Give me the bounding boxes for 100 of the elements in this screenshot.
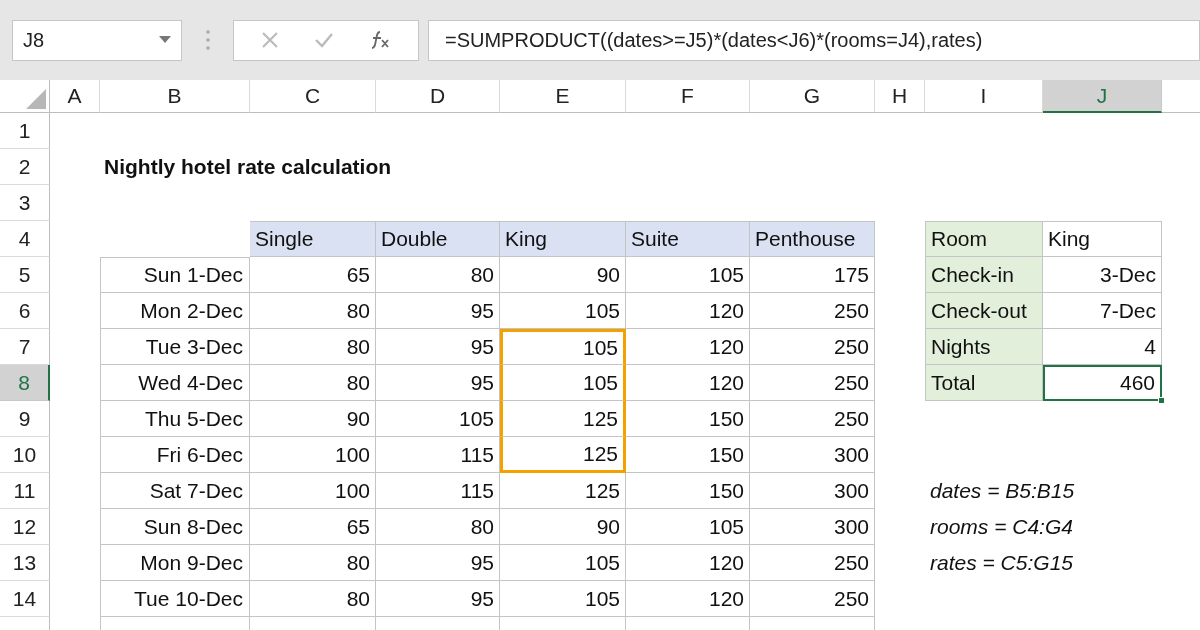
- note-text: rates = C5:G15: [929, 550, 1074, 577]
- table-cell: 80: [250, 329, 376, 365]
- table-cell: 150: [626, 401, 750, 437]
- table-cell: 250: [750, 329, 875, 365]
- table-cell: 100: [250, 437, 376, 473]
- cancel-icon[interactable]: [261, 31, 280, 49]
- table-cell: 125: [500, 401, 626, 437]
- table-cell: 105: [500, 365, 626, 401]
- table-cell: Tue 3-Dec: [100, 329, 250, 365]
- table-cell: 125: [500, 473, 626, 509]
- note-text: rooms = C4:G4: [929, 514, 1074, 541]
- table-cell: 120: [626, 545, 750, 581]
- dropdown-caret-icon[interactable]: [159, 36, 171, 44]
- column-header[interactable]: H: [875, 80, 925, 113]
- table-cell: 150: [626, 437, 750, 473]
- table-cell: 150: [626, 473, 750, 509]
- formula-field[interactable]: =SUMPRODUCT((dates>=J5)*(dates<J6)*(rooms=J4),rates): [428, 19, 1200, 61]
- table-cell: Check-out: [925, 293, 1043, 329]
- table-cell: 105: [626, 257, 750, 293]
- row-header[interactable]: 8: [0, 365, 50, 401]
- table-cell: Mon 2-Dec: [100, 293, 250, 329]
- table-cell: 4: [1043, 329, 1162, 365]
- table-cell: Thu 5-Dec: [100, 401, 250, 437]
- column-header[interactable]: A: [50, 80, 100, 113]
- table-cell: 120: [626, 293, 750, 329]
- row-header[interactable]: 12: [0, 509, 50, 545]
- row-header[interactable]: 4: [0, 221, 50, 257]
- table-cell: Wed 4-Dec: [100, 365, 250, 401]
- row-header[interactable]: 6: [0, 293, 50, 329]
- table-cell: 80: [250, 365, 376, 401]
- select-all-triangle-icon[interactable]: [26, 89, 46, 109]
- column-header[interactable]: E: [500, 80, 626, 113]
- column-header[interactable]: D: [376, 80, 500, 113]
- table-cell: Total: [925, 365, 1043, 401]
- row-header[interactable]: 13: [0, 545, 50, 581]
- check-icon[interactable]: [314, 32, 334, 48]
- table-cell: 250: [750, 401, 875, 437]
- drag-handle-icon[interactable]: [206, 29, 210, 51]
- table-cell: Room: [925, 221, 1043, 257]
- row-header[interactable]: 11: [0, 473, 50, 509]
- table-cell: 65: [250, 257, 376, 293]
- table-cell: 90: [500, 257, 626, 293]
- table-cell: Sun 8-Dec: [100, 509, 250, 545]
- table-cell: King: [1043, 221, 1162, 257]
- table-cell: 105: [376, 401, 500, 437]
- table-cell: Sat 7-Dec: [100, 473, 250, 509]
- table-header-cell: Double: [376, 221, 500, 257]
- table-cell: Tue 10-Dec: [100, 581, 250, 617]
- table-cell: 95: [376, 329, 500, 365]
- table-cell: 95: [376, 293, 500, 329]
- table-cell: 80: [250, 581, 376, 617]
- table-cell: 105: [500, 329, 626, 365]
- table-cell: 105: [500, 581, 626, 617]
- table-cell: 300: [750, 437, 875, 473]
- table-cell: 80: [250, 545, 376, 581]
- table-cell: 95: [376, 581, 500, 617]
- table-cell: 115: [376, 473, 500, 509]
- fill-handle[interactable]: [1158, 397, 1165, 404]
- table-cell: 3-Dec: [1043, 257, 1162, 293]
- sheet-title: Nightly hotel rate calculation: [103, 154, 393, 181]
- row-header[interactable]: 5: [0, 257, 50, 293]
- select-all-corner[interactable]: [0, 80, 50, 113]
- table-cell: 95: [376, 365, 500, 401]
- table-cell: 105: [626, 509, 750, 545]
- column-header[interactable]: J: [1043, 80, 1162, 113]
- table-cell: Nights: [925, 329, 1043, 365]
- column-header[interactable]: C: [250, 80, 376, 113]
- table-cell: Sun 1-Dec: [100, 257, 250, 293]
- row-header[interactable]: 10: [0, 437, 50, 473]
- row-header[interactable]: 7: [0, 329, 50, 365]
- table-cell: Fri 6-Dec: [100, 437, 250, 473]
- table-cell: 90: [500, 509, 626, 545]
- table-cell: 90: [250, 401, 376, 437]
- table-cell: 7-Dec: [1043, 293, 1162, 329]
- table-cell: 80: [250, 293, 376, 329]
- table-cell: 120: [626, 581, 750, 617]
- row-header[interactable]: 1: [0, 113, 50, 149]
- cell-reference: J8: [23, 28, 45, 53]
- row-header[interactable]: 2: [0, 149, 50, 185]
- table-cell: 100: [250, 473, 376, 509]
- table-header-cell: Penthouse: [750, 221, 875, 257]
- table-cell: 65: [250, 509, 376, 545]
- row-header[interactable]: 14: [0, 581, 50, 617]
- table-cell: 95: [376, 545, 500, 581]
- column-header[interactable]: I: [925, 80, 1043, 113]
- row-header[interactable]: 9: [0, 401, 50, 437]
- table-cell: 175: [750, 257, 875, 293]
- table-cell: 105: [500, 293, 626, 329]
- table-cell: 80: [376, 509, 500, 545]
- note-text: dates = B5:B15: [929, 478, 1076, 505]
- column-header[interactable]: B: [100, 80, 250, 113]
- table-header-cell: Single: [250, 221, 376, 257]
- table-cell: 300: [750, 509, 875, 545]
- row-header[interactable]: 3: [0, 185, 50, 221]
- table-cell: 250: [750, 293, 875, 329]
- table-cell: 125: [500, 437, 626, 473]
- selected-cell[interactable]: 460: [1043, 365, 1162, 401]
- column-header[interactable]: G: [750, 80, 875, 113]
- column-header[interactable]: F: [626, 80, 750, 113]
- name-box[interactable]: J8: [12, 19, 182, 61]
